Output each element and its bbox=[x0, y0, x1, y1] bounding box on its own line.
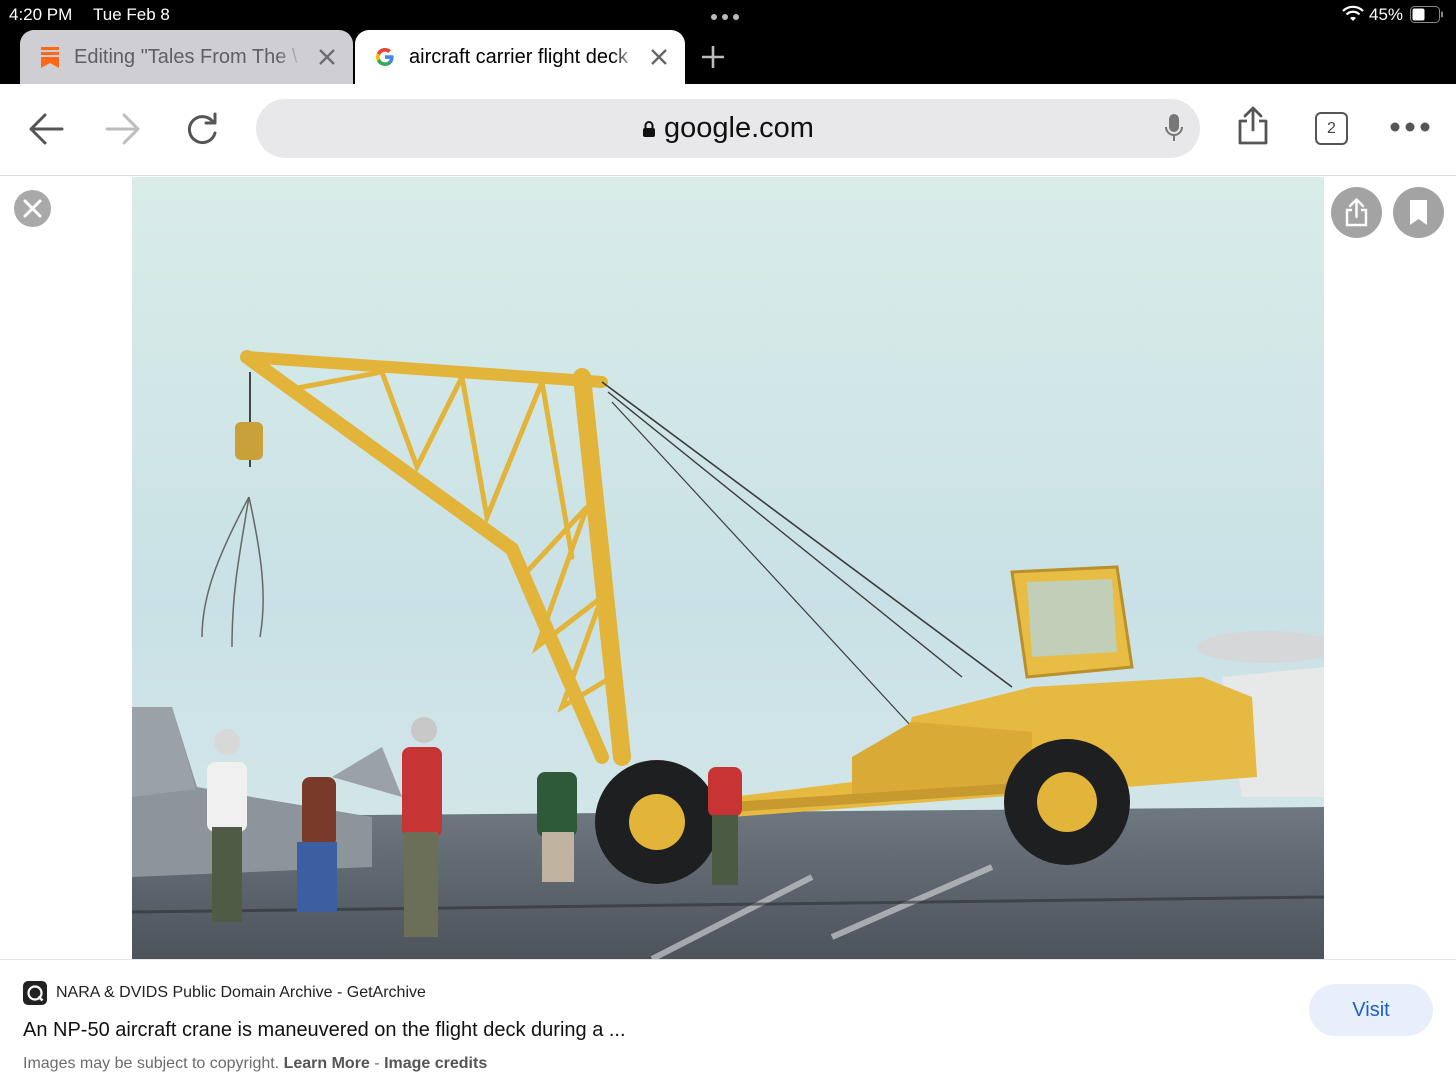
copyright-text: Images may be subject to copyright. bbox=[23, 1055, 280, 1072]
status-time: 4:20 PM bbox=[9, 5, 73, 24]
save-image-button[interactable] bbox=[1393, 187, 1444, 238]
substack-bookmark-icon bbox=[41, 47, 59, 68]
more-options-icon[interactable] bbox=[1390, 122, 1430, 132]
image-title-link[interactable]: An NP-50 aircraft crane is maneuvered on… bbox=[23, 1019, 626, 1042]
share-icon bbox=[1345, 198, 1368, 227]
new-tab-plus-icon[interactable] bbox=[700, 44, 726, 70]
copyright-notice: Images may be subject to copyright. Lear… bbox=[23, 1055, 487, 1073]
browser-toolbar: google.com 2 bbox=[0, 84, 1456, 176]
close-preview-button[interactable] bbox=[14, 190, 51, 227]
image-credits-link[interactable]: Image credits bbox=[384, 1055, 487, 1072]
url-text: google.com bbox=[664, 112, 814, 144]
battery-percent: 45% bbox=[1369, 5, 1404, 24]
tab-switcher-button[interactable]: 2 bbox=[1315, 112, 1348, 145]
tab-label: Editing "Tales From The \ bbox=[74, 45, 298, 68]
google-g-icon bbox=[376, 48, 394, 66]
microphone-icon[interactable] bbox=[1164, 113, 1184, 143]
tab-google-search[interactable]: aircraft carrier flight deck bbox=[355, 30, 685, 84]
learn-more-link[interactable]: Learn More bbox=[284, 1055, 370, 1072]
reload-icon[interactable] bbox=[184, 111, 220, 147]
source-name: NARA & DVIDS Public Domain Archive - Get… bbox=[56, 984, 426, 1001]
share-image-button[interactable] bbox=[1331, 187, 1382, 238]
crane-photo bbox=[132, 177, 1324, 959]
forward-arrow-icon[interactable] bbox=[105, 112, 141, 146]
bookmark-icon bbox=[1410, 200, 1427, 225]
address-bar[interactable]: google.com bbox=[256, 99, 1200, 158]
separator: - bbox=[374, 1055, 380, 1072]
tab-substack-editor[interactable]: Editing "Tales From The \ bbox=[20, 30, 353, 84]
wifi-icon bbox=[1342, 5, 1364, 21]
status-date: Tue Feb 8 bbox=[93, 5, 170, 24]
visit-button[interactable]: Visit bbox=[1309, 984, 1433, 1036]
image-info-panel: NARA & DVIDS Public Domain Archive - Get… bbox=[0, 959, 1456, 1092]
battery-icon bbox=[1410, 6, 1443, 23]
tab-bar: Editing "Tales From The \ aircraft carri… bbox=[0, 30, 1456, 84]
close-tab-icon[interactable] bbox=[315, 45, 339, 69]
lock-icon bbox=[643, 120, 656, 137]
result-image[interactable] bbox=[132, 177, 1324, 959]
tab-label: aircraft carrier flight deck bbox=[409, 45, 628, 68]
back-arrow-icon[interactable] bbox=[28, 112, 64, 146]
share-icon[interactable] bbox=[1236, 106, 1270, 146]
close-tab-icon[interactable] bbox=[647, 45, 671, 69]
status-bar: 4:20 PM Tue Feb 8 45% bbox=[0, 0, 1456, 30]
image-preview-area bbox=[0, 177, 1456, 959]
multitasking-dots-icon[interactable] bbox=[711, 14, 739, 20]
close-icon bbox=[23, 199, 42, 218]
getarchive-logo-icon bbox=[23, 981, 47, 1005]
source-row[interactable]: NARA & DVIDS Public Domain Archive - Get… bbox=[23, 981, 426, 1005]
